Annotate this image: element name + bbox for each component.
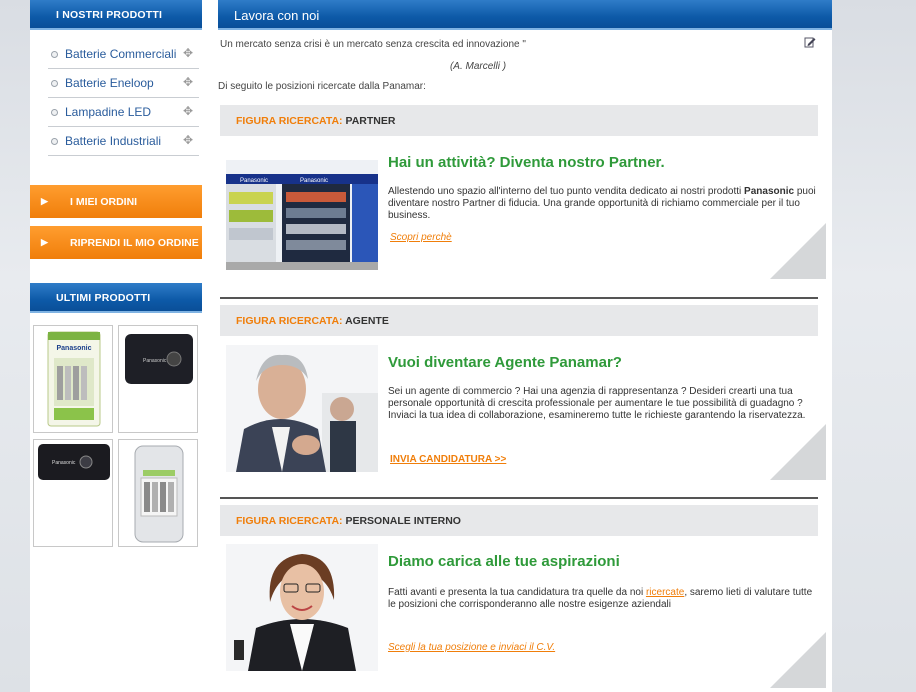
sidebar-item-label[interactable]: Batterie Commerciali xyxy=(65,47,176,61)
brand-label: Panasonic xyxy=(240,178,268,184)
charger-pack-image: Panasonic xyxy=(47,331,101,427)
brand-bold: Panasonic xyxy=(744,186,795,197)
section-header-personale-interno: FIGURA RICERCATA: PERSONALE INTERNO xyxy=(220,505,818,536)
staff-photo xyxy=(226,544,378,671)
section-separator xyxy=(220,497,818,499)
section-prefix: FIGURA RICERCATA: xyxy=(236,515,343,527)
brand-label: Panasonic xyxy=(56,345,91,352)
expand-icon[interactable]: ✥ xyxy=(183,104,193,118)
intro-text: Di seguito le posizioni ricercate dalla … xyxy=(218,81,426,92)
corner-decoration xyxy=(770,223,826,279)
section-separator xyxy=(220,297,818,299)
corner-decoration xyxy=(770,424,826,480)
expand-icon[interactable]: ✥ xyxy=(183,46,193,60)
latest-products-grid: Panasonic Panasonic Panasonic xyxy=(30,325,202,555)
sidebar: I NOSTRI PRODOTTI Batterie Commerciali ✥… xyxy=(30,0,202,555)
agent-card: Vuoi diventare Agente Panamar? Sei un ag… xyxy=(226,345,826,480)
section-header-agente: FIGURA RICERCATA: AGENTE xyxy=(220,305,818,336)
my-orders-button[interactable]: ▶ I MIEI ORDINI xyxy=(30,185,202,218)
brand-label: Panasonic xyxy=(300,178,328,184)
section-name: AGENTE xyxy=(345,315,389,327)
brand-label: Panasonic xyxy=(143,358,167,364)
brand-label: Panasonic xyxy=(52,460,76,466)
latest-products-title: ULTIMI PRODOTTI xyxy=(30,283,202,313)
edit-icon[interactable] xyxy=(804,36,816,48)
resume-order-label: RIPRENDI IL MIO ORDINE xyxy=(70,237,199,249)
sidebar-item-label[interactable]: Batterie Industriali xyxy=(65,134,161,148)
power-bank-image: Panasonic xyxy=(38,444,110,480)
staff-description: Fatti avanti e presenta la tua candidatu… xyxy=(388,587,816,611)
main-content: Lavora con noi Un mercato senza crisi è … xyxy=(218,0,832,688)
staff-heading: Diamo carica alle tue aspirazioni xyxy=(388,553,620,570)
arrow-right-icon: ▶ xyxy=(41,196,48,206)
partner-card: Panasonic Panasonic Hai un attività? Div… xyxy=(226,150,826,280)
arrow-right-icon: ▶ xyxy=(41,237,48,247)
quote-text: Un mercato senza crisi è un mercato senz… xyxy=(220,39,526,50)
sidebar-item-batterie-eneloop[interactable]: Batterie Eneloop ✥ xyxy=(48,69,199,98)
send-application-link[interactable]: INVIA CANDIDATURA >> xyxy=(390,454,506,465)
products-title: I NOSTRI PRODOTTI xyxy=(30,0,202,30)
product-thumb-power-bank-2[interactable]: Panasonic xyxy=(33,439,113,547)
partner-description: Allestendo uno spazio all'interno del tu… xyxy=(388,186,816,222)
sidebar-item-label[interactable]: Lampadine LED xyxy=(65,105,151,119)
section-name: PARTNER xyxy=(345,115,396,127)
corner-decoration xyxy=(770,632,826,688)
bullet-icon xyxy=(51,138,58,145)
sidebar-item-batterie-commerciali[interactable]: Batterie Commerciali ✥ xyxy=(48,40,199,69)
choose-position-link[interactable]: Scegli la tua posizione e inviaci il C.V… xyxy=(388,642,555,653)
partner-heading: Hai un attività? Diventa nostro Partner. xyxy=(388,154,665,171)
expand-icon[interactable]: ✥ xyxy=(183,133,193,147)
agent-description: Sei un agente di commercio ? Hai una age… xyxy=(388,386,806,421)
product-thumb-battery-charger[interactable] xyxy=(118,439,198,547)
sidebar-item-label[interactable]: Batterie Eneloop xyxy=(65,76,154,90)
section-prefix: FIGURA RICERCATA: xyxy=(236,315,343,327)
sidebar-item-batterie-industriali[interactable]: Batterie Industriali ✥ xyxy=(48,127,199,156)
agent-photo xyxy=(226,345,378,472)
section-header-partner: FIGURA RICERCATA: PARTNER xyxy=(220,105,818,136)
searched-positions-link[interactable]: ricercate xyxy=(646,587,684,598)
page-container: I NOSTRI PRODOTTI Batterie Commerciali ✥… xyxy=(30,0,832,692)
expand-icon[interactable]: ✥ xyxy=(183,75,193,89)
section-name: PERSONALE INTERNO xyxy=(345,515,461,527)
staff-card: Diamo carica alle tue aspirazioni Fatti … xyxy=(226,544,826,692)
products-list: Batterie Commerciali ✥ Batterie Eneloop … xyxy=(30,30,202,176)
partner-text-1: Allestendo uno spazio all'interno del tu… xyxy=(388,186,745,197)
battery-charger-image xyxy=(134,445,184,543)
agent-heading: Vuoi diventare Agente Panamar? xyxy=(388,354,622,371)
discover-why-link[interactable]: Scopri perchè xyxy=(390,232,452,243)
section-prefix: FIGURA RICERCATA: xyxy=(236,115,343,127)
product-thumb-power-bank[interactable]: Panasonic xyxy=(118,325,198,433)
page-title: Lavora con noi xyxy=(218,0,832,30)
bullet-icon xyxy=(51,80,58,87)
resume-order-button[interactable]: ▶ RIPRENDI IL MIO ORDINE xyxy=(30,226,202,259)
product-thumb-charger-pack[interactable]: Panasonic xyxy=(33,325,113,433)
shop-shelf-image: Panasonic Panasonic xyxy=(226,160,378,270)
power-bank-image: Panasonic xyxy=(125,334,193,384)
bullet-icon xyxy=(51,109,58,116)
staff-text-1: Fatti avanti e presenta la tua candidatu… xyxy=(388,587,646,598)
quote-author: (A. Marcelli ) xyxy=(449,61,507,72)
bullet-icon xyxy=(51,51,58,58)
sidebar-item-lampadine-led[interactable]: Lampadine LED ✥ xyxy=(48,98,199,127)
my-orders-label: I MIEI ORDINI xyxy=(70,196,138,208)
